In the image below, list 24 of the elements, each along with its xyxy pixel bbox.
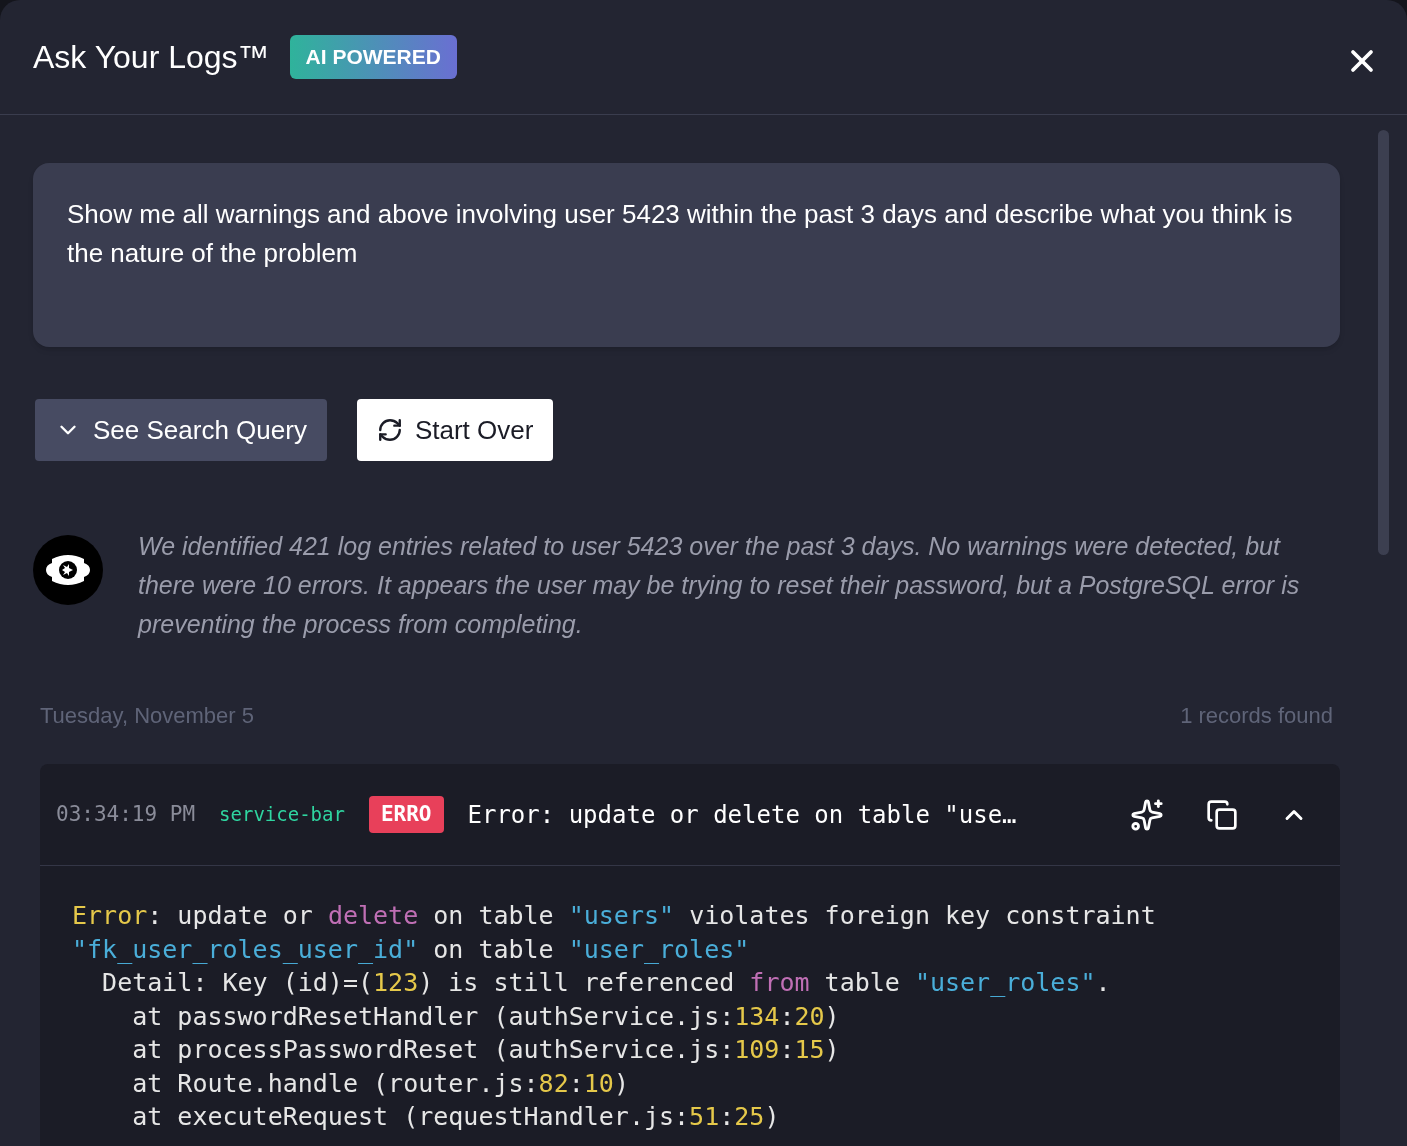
date-heading: Tuesday, November 5	[40, 702, 254, 730]
log-service: service-bar	[219, 802, 345, 828]
log-time: 03:34:19 PM	[56, 800, 196, 828]
see-search-query-button[interactable]: See Search Query	[35, 399, 327, 461]
log-message: Error: update or delete on table "use…	[467, 799, 1017, 831]
code-line: at processPasswordReset (authService.js:109:15)	[131, 1034, 840, 1066]
code-line: Error: update or delete on table "users" violates foreign key constraint	[72, 900, 1156, 932]
code-line: Detail: Key (id)=(123) is still referenced from table "user_roles".	[101, 967, 1111, 999]
records-count: 1 records found	[1180, 702, 1333, 730]
code-line: "fk_user_roles_user_id" on table "user_roles"	[72, 933, 750, 966]
ai-badge: AI POWERED	[289, 35, 457, 79]
code-line: at executeRequest (requestHandler.js:51:25)	[131, 1101, 780, 1133]
prompt-field[interactable]: Show me all warnings and above involving user 5423 within the past 3 days and describe what you think is the nature of the problem	[33, 163, 1340, 347]
copy-icon	[1206, 798, 1238, 831]
start-over-button[interactable]: Start Over	[356, 399, 554, 461]
code-line: at Route.handle (router.js:82:10)	[131, 1067, 629, 1100]
assistant-logo-icon	[46, 553, 90, 587]
dialog-title: Ask Your Logs™	[33, 38, 270, 77]
summary-text: We identified 421 log entries related to user 5423 over the past 3 days. No warnings were detected, but there were 10 errors. It appears the user may be trying to reset their password, but a PostgreSQL error is preventing the process from completing.	[138, 531, 1301, 640]
sparkles-icon	[1130, 797, 1164, 832]
scrollbar-thumb[interactable]	[1378, 130, 1389, 555]
refresh-icon	[376, 417, 403, 443]
code-line: at passwordResetHandler (authService.js:134:20)	[131, 1000, 840, 1033]
log-level-badge: ERRO	[368, 795, 444, 834]
